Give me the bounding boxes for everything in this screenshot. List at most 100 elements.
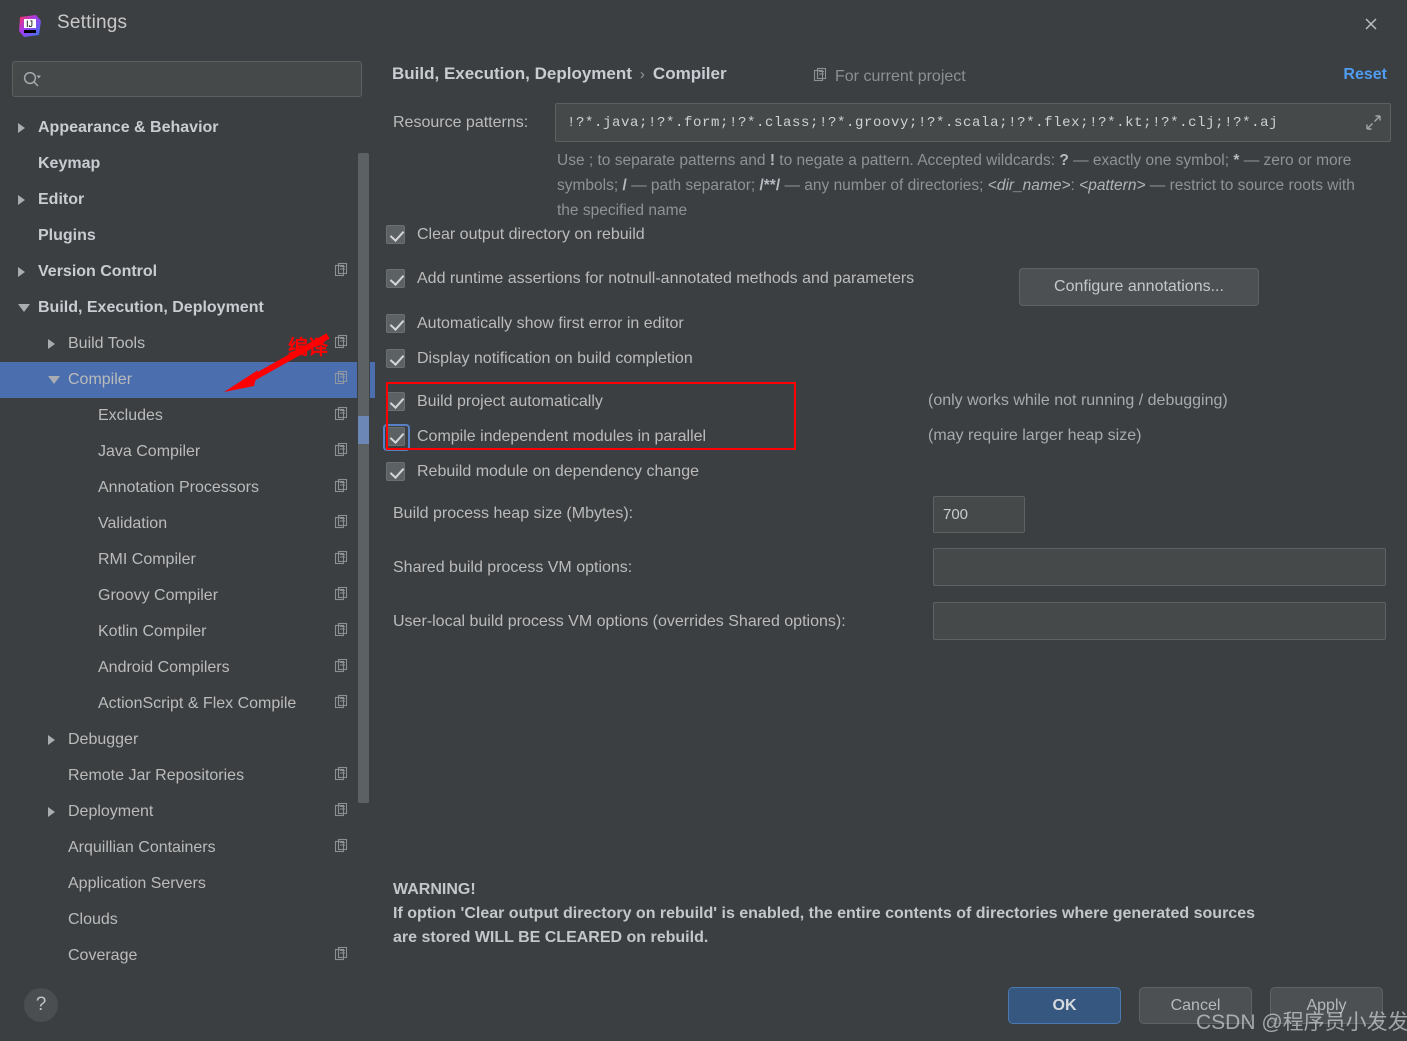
tree-expander[interactable] [18,304,36,312]
chevron-right-icon[interactable] [18,195,25,205]
checkbox-display-notification[interactable]: Display notification on build completion [386,349,693,368]
chevron-right-icon[interactable] [48,735,55,745]
checkbox-compile-modules-in-parallel[interactable]: Compile independent modules in parallel [383,424,706,451]
checkbox-label: Add runtime assertions for notnull-annot… [417,269,915,287]
project-scope-icon [334,658,349,678]
sidebar-item-build-tools[interactable]: Build Tools [0,326,375,362]
checkbox-indicator[interactable] [386,314,405,333]
hint-2f: <dir_name> [987,177,1071,194]
sidebar-item-excludes[interactable]: Excludes [0,398,375,434]
sidebar-item-keymap[interactable]: Keymap [0,146,375,182]
sidebar-item-label: Build, Execution, Deployment [38,299,264,316]
sidebar-item-appearance-behavior[interactable]: Appearance & Behavior [0,110,375,146]
checkbox-indicator[interactable] [386,349,405,368]
tree-expander[interactable] [48,376,66,384]
checkbox-indicator[interactable] [383,424,410,451]
note-parallel-heap: (may require larger heap size) [928,427,1142,444]
apply-button[interactable]: Apply [1270,987,1383,1024]
chevron-right-icon[interactable] [48,339,55,349]
sidebar-item-label: Version Control [38,263,158,280]
sidebar-item-label: Compiler [68,371,133,388]
tree-expander[interactable] [48,807,66,817]
sidebar-item-java-compiler[interactable]: Java Compiler [0,434,375,470]
expand-icon[interactable] [1356,104,1390,141]
hint-2g: : [1070,177,1075,194]
tree-expander[interactable] [48,339,66,349]
tree-expander[interactable] [18,267,36,277]
sidebar-item-label: Groovy Compiler [98,587,219,604]
checkbox-rebuild-on-dependency-change[interactable]: Rebuild module on dependency change [386,462,699,481]
sidebar-item-android-compilers[interactable]: Android Compilers [0,650,375,686]
checkbox-indicator[interactable] [386,269,405,288]
chevron-right-icon[interactable] [18,123,25,133]
checkbox-indicator[interactable] [386,392,405,411]
svg-text:IJ: IJ [26,19,33,29]
resource-patterns-field[interactable] [555,103,1391,142]
sidebar-item-validation[interactable]: Validation [0,506,375,542]
intellij-idea-icon: IJ [16,12,44,40]
checkbox-add-runtime-assertions[interactable]: Add runtime assertions for notnull-annot… [386,269,914,288]
sidebar-item-remote-jar-repositories[interactable]: Remote Jar Repositories [0,758,375,794]
tree-expander[interactable] [18,195,36,205]
sidebar-item-clouds[interactable]: Clouds [0,902,375,938]
resource-patterns-input[interactable] [556,114,1356,131]
project-scope-icon [334,766,349,786]
shared-vm-options-label: Shared build process VM options: [393,559,633,576]
checkbox-label: Build project automatically [417,392,603,410]
sidebar-item-arquillian-containers[interactable]: Arquillian Containers [0,830,375,866]
checkbox-label: Display notification on build completion [417,349,693,367]
tree-expander[interactable] [18,123,36,133]
settings-tree[interactable]: Appearance & Behavior Keymap Editor Plugins… [0,110,375,970]
chevron-right-icon[interactable] [48,807,55,817]
sidebar-item-editor[interactable]: Editor [0,182,375,218]
warning-title: WARNING! [393,881,476,898]
sidebar-item-application-servers[interactable]: Application Servers [0,866,375,902]
shared-vm-options-input[interactable] [933,548,1386,586]
project-scope-icon [334,802,349,822]
user-vm-options-label: User-local build process VM options (ove… [393,613,846,630]
help-button[interactable]: ? [24,988,58,1022]
sidebar-item-label: Android Compilers [98,659,230,676]
sidebar-item-deployment[interactable]: Deployment [0,794,375,830]
chevron-down-icon[interactable] [18,304,30,312]
breadcrumb-root[interactable]: Build, Execution, Deployment [392,64,632,84]
user-vm-options-input[interactable] [933,602,1386,640]
checkbox-indicator[interactable] [386,225,405,244]
sidebar-item-compiler[interactable]: Compiler [0,362,375,398]
search-box[interactable] [12,61,362,97]
reset-link[interactable]: Reset [1343,66,1387,84]
scope-label: For current project [835,68,966,85]
checkbox-indicator[interactable] [386,462,405,481]
sidebar-item-build-execution-deployment[interactable]: Build, Execution, Deployment [0,290,375,326]
checkbox-clear-output-directory[interactable]: Clear output directory on rebuild [386,225,645,244]
sidebar-scrollbar-selection-marker [358,416,369,444]
sidebar-item-actionscript-flex-compile[interactable]: ActionScript & Flex Compile [0,686,375,722]
sidebar-item-groovy-compiler[interactable]: Groovy Compiler [0,578,375,614]
heap-size-input[interactable] [933,496,1025,533]
checkbox-build-project-automatically[interactable]: Build project automatically [386,392,603,411]
sidebar-item-coverage[interactable]: Coverage [0,938,375,970]
search-input[interactable] [42,70,361,88]
project-scope-icon [334,262,349,282]
checkbox-auto-show-first-error[interactable]: Automatically show first error in editor [386,314,684,333]
warning-text: WARNING! If option 'Clear output directo… [393,878,1383,950]
sidebar-scrollbar-thumb[interactable] [358,153,369,803]
sidebar-item-plugins[interactable]: Plugins [0,218,375,254]
ok-button[interactable]: OK [1008,987,1121,1024]
tree-expander[interactable] [48,735,66,745]
cancel-button[interactable]: Cancel [1139,987,1252,1024]
window-title: Settings [57,12,128,33]
close-icon[interactable] [1349,8,1393,40]
sidebar-item-version-control[interactable]: Version Control [0,254,375,290]
configure-annotations-button[interactable]: Configure annotations... [1019,268,1259,306]
sidebar-item-annotation-processors[interactable]: Annotation Processors [0,470,375,506]
sidebar-item-debugger[interactable]: Debugger [0,722,375,758]
warning-line-2: are stored WILL BE CLEARED on rebuild. [393,929,709,946]
sidebar-item-kotlin-compiler[interactable]: Kotlin Compiler [0,614,375,650]
chevron-down-icon[interactable] [48,376,60,384]
chevron-right-icon[interactable] [18,267,25,277]
checkbox-label: Clear output directory on rebuild [417,225,645,243]
project-scope-icon [334,334,349,354]
sidebar-item-rmi-compiler[interactable]: RMI Compiler [0,542,375,578]
project-scope-icon [334,514,349,534]
